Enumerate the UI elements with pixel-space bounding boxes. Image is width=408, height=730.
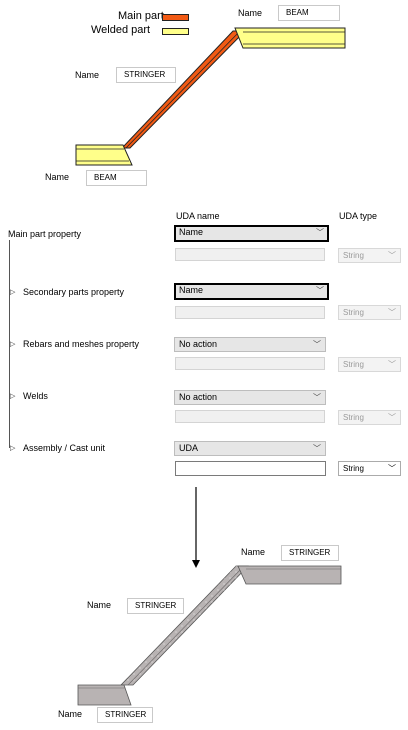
assembly-uda-value-field[interactable] <box>175 461 326 476</box>
rebars-meshes-property-label: Rebars and meshes property <box>23 339 140 349</box>
bottom-beam-welded-part <box>75 144 133 166</box>
welds-uda-name-combo[interactable]: No action ﹀ <box>174 390 326 405</box>
after-stringer-name-box: STRINGER <box>127 598 184 614</box>
chevron-down-icon: ﹀ <box>313 393 321 402</box>
assembly-cast-unit-label: Assembly / Cast unit <box>23 443 106 453</box>
bottom-beam-name-label: Name <box>45 172 70 182</box>
assembly-uda-type-select[interactable]: String ﹀ <box>338 461 401 476</box>
stringer-name-box: STRINGER <box>116 67 176 83</box>
top-beam-name-label: Name <box>238 8 263 18</box>
welds-uda-value-field[interactable] <box>175 410 325 423</box>
rebars-meshes-uda-name-combo[interactable]: No action ﹀ <box>174 337 326 352</box>
secondary-parts-uda-name-combo[interactable]: Name ﹀ <box>174 283 329 300</box>
secondary-parts-uda-type-value: String <box>343 308 364 317</box>
main-part-uda-value-field[interactable] <box>175 248 325 261</box>
after-stringer-name-label: Name <box>87 600 112 610</box>
stringer-main-part <box>120 30 247 149</box>
secondary-parts-uda-value-field[interactable] <box>175 306 325 319</box>
assembly-uda-type-value: String <box>343 464 364 473</box>
main-part-uda-type-value: String <box>343 251 364 260</box>
before-diagram <box>75 27 346 166</box>
assembly-uda-name-value: UDA <box>179 443 199 453</box>
welds-uda-type-value: String <box>343 413 364 422</box>
top-beam-welded-part <box>234 27 346 49</box>
after-bottom-beam-part <box>77 684 132 706</box>
secondary-parts-uda-type-select[interactable]: String ﹀ <box>338 305 401 320</box>
main-part-uda-name-combo[interactable]: Name ﹀ <box>174 225 329 242</box>
chevron-down-icon: ﹀ <box>388 251 396 260</box>
welds-uda-name-value: No action <box>179 392 218 402</box>
chevron-down-icon: ﹀ <box>313 444 321 453</box>
after-stringer-part <box>120 565 249 686</box>
chevron-down-icon: ﹀ <box>388 464 396 473</box>
expand-triangle-icon[interactable]: ▷ <box>10 340 15 349</box>
chevron-down-icon: ﹀ <box>388 360 396 369</box>
assembly-uda-name-combo[interactable]: UDA ﹀ <box>174 441 326 456</box>
rebars-meshes-uda-value-field[interactable] <box>175 357 325 370</box>
top-beam-name-box: BEAM <box>278 5 340 21</box>
secondary-parts-property-label: Secondary parts property <box>23 287 125 297</box>
chevron-down-icon: ﹀ <box>388 413 396 422</box>
chevron-down-icon: ﹀ <box>313 340 321 349</box>
main-part-property-label: Main part property <box>8 229 82 239</box>
uda-name-header: UDA name <box>176 211 220 221</box>
bottom-beam-name-box: BEAM <box>86 170 147 186</box>
welds-uda-type-select[interactable]: String ﹀ <box>338 410 401 425</box>
uda-type-header: UDA type <box>339 211 378 221</box>
chevron-down-icon: ﹀ <box>316 286 324 295</box>
rebars-meshes-uda-type-select[interactable]: String ﹀ <box>338 357 401 372</box>
chevron-down-icon: ﹀ <box>316 228 324 237</box>
after-top-name-box: STRINGER <box>281 545 339 561</box>
stringer-name-label: Name <box>75 70 100 80</box>
rebars-meshes-uda-type-value: String <box>343 360 364 369</box>
main-part-uda-type-select[interactable]: String ﹀ <box>338 248 401 263</box>
main-part-uda-name-value: Name <box>179 227 204 237</box>
welds-label: Welds <box>23 391 48 401</box>
after-bottom-name-box: STRINGER <box>97 707 153 723</box>
secondary-parts-uda-name-value: Name <box>179 285 204 295</box>
expand-triangle-icon[interactable]: ▷ <box>10 392 15 401</box>
chevron-down-icon: ﹀ <box>388 308 396 317</box>
expand-triangle-icon[interactable]: ▷ <box>10 288 15 297</box>
after-top-name-label: Name <box>241 547 266 557</box>
after-top-beam-part <box>237 565 342 585</box>
rebars-meshes-uda-name-value: No action <box>179 339 218 349</box>
after-bottom-name-label: Name <box>58 709 83 719</box>
expand-triangle-icon[interactable]: ▷ <box>10 444 15 453</box>
after-diagram <box>77 565 342 706</box>
